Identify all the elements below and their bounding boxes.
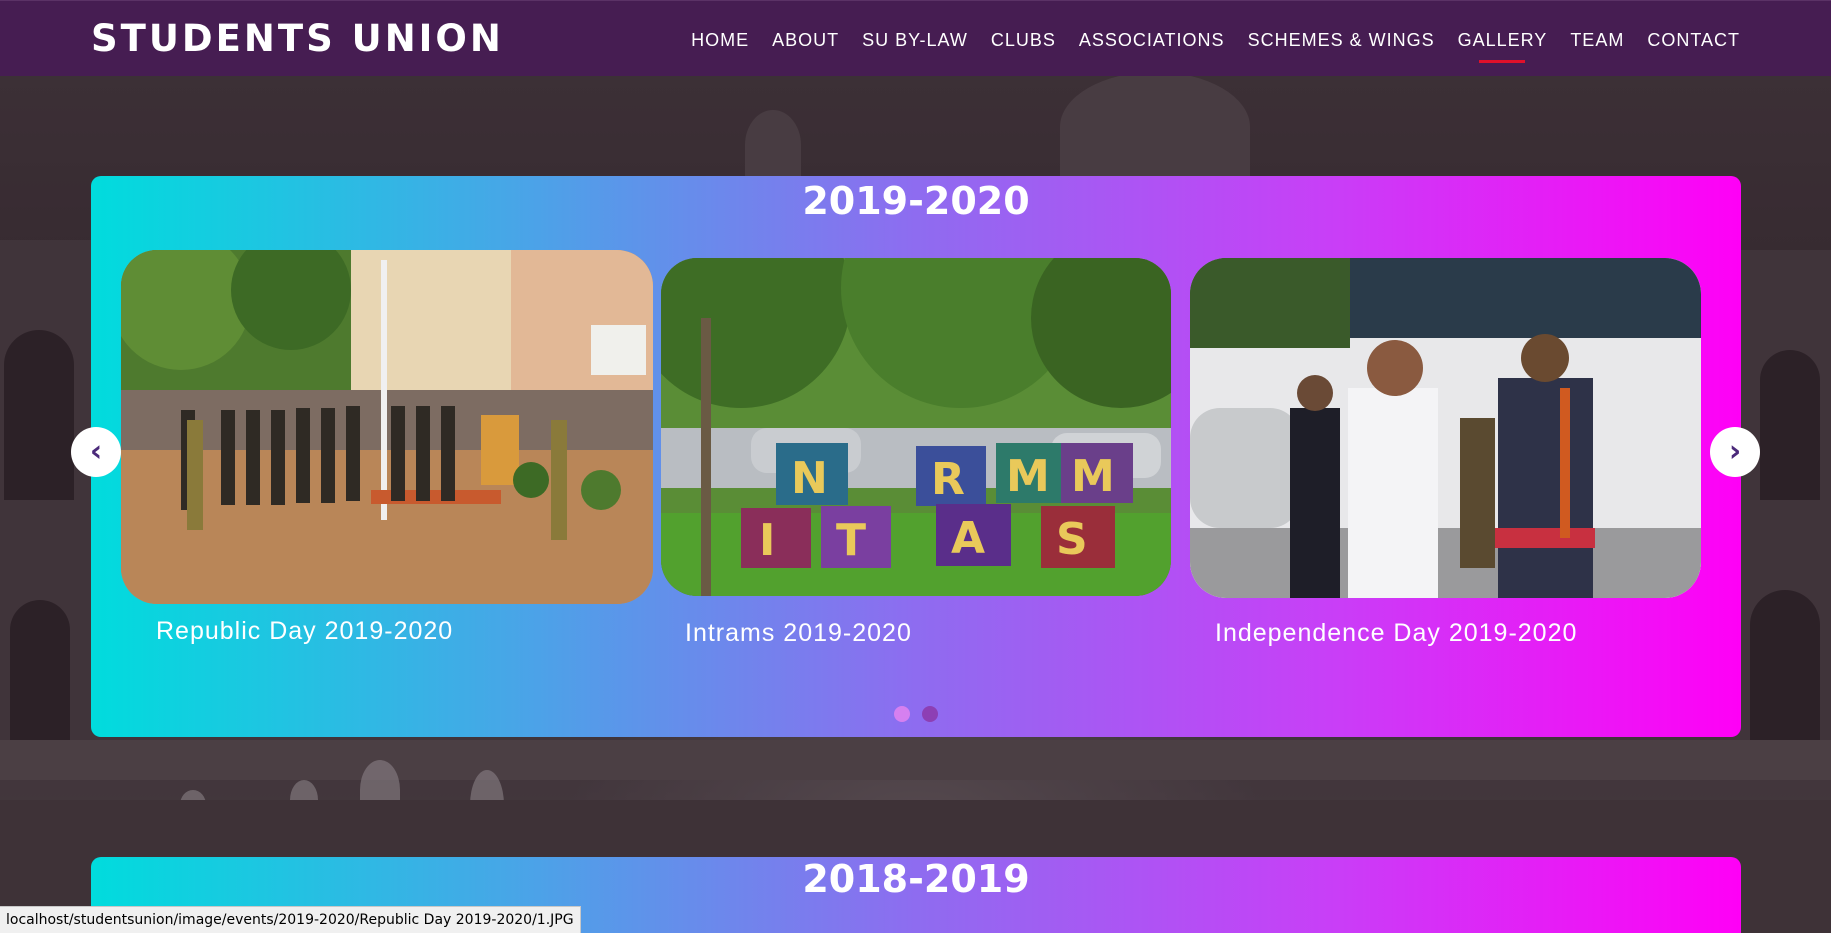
- nav-home[interactable]: HOME: [691, 30, 749, 51]
- site-brand[interactable]: STUDENTS UNION: [91, 17, 504, 60]
- carousel-next-icon[interactable]: ›: [1710, 427, 1760, 477]
- gallery-card-caption: Independence Day 2019-2020: [1215, 619, 1578, 647]
- parade-photo[interactable]: [121, 250, 653, 604]
- gallery-card-caption: Intrams 2019-2020: [685, 619, 912, 647]
- svg-text:M: M: [1006, 451, 1050, 502]
- letter-blocks-graphic: N R M M I T A S: [661, 258, 1171, 596]
- svg-text:S: S: [1056, 514, 1088, 565]
- letter-blocks-photo[interactable]: N R M M I T A S: [661, 258, 1171, 596]
- svg-text:N: N: [791, 453, 828, 504]
- parade-photo-graphic: [121, 250, 653, 604]
- browser-status-bar: localhost/studentsunion/image/events/201…: [0, 906, 581, 933]
- svg-text:M: M: [1071, 451, 1115, 502]
- top-navbar: STUDENTS UNION HOME ABOUT SU BY-LAW CLUB…: [0, 0, 1831, 76]
- handshake-photo[interactable]: [1190, 258, 1701, 598]
- gallery-panel-2019-2020: 2019-2020 Republic Day 2019-2020 N R M M…: [91, 176, 1741, 737]
- handshake-graphic: [1190, 258, 1701, 598]
- nav-clubs[interactable]: CLUBS: [991, 30, 1056, 51]
- gallery-card-caption: Republic Day 2019-2020: [156, 617, 454, 645]
- svg-text:T: T: [836, 515, 866, 566]
- nav-about[interactable]: ABOUT: [772, 30, 839, 51]
- carousel-dot-2[interactable]: [922, 706, 938, 722]
- gallery-year-title: 2018-2019: [802, 857, 1030, 901]
- carousel-indicators: [91, 706, 1741, 722]
- nav-contact[interactable]: CONTACT: [1647, 30, 1740, 51]
- svg-text:I: I: [759, 515, 775, 566]
- nav-schemes-wings[interactable]: SCHEMES & WINGS: [1248, 30, 1435, 51]
- carousel-prev-icon[interactable]: ‹: [71, 427, 121, 477]
- carousel-dot-1[interactable]: [894, 706, 910, 722]
- svg-text:R: R: [931, 454, 965, 505]
- svg-text:A: A: [951, 513, 985, 564]
- nav-associations[interactable]: ASSOCIATIONS: [1079, 30, 1225, 51]
- main-nav: HOME ABOUT SU BY-LAW CLUBS ASSOCIATIONS …: [691, 30, 1740, 63]
- gallery-year-title: 2019-2020: [802, 179, 1030, 223]
- nav-team[interactable]: TEAM: [1570, 30, 1624, 51]
- nav-su-by-law[interactable]: SU BY-LAW: [862, 30, 968, 51]
- nav-gallery[interactable]: GALLERY: [1458, 30, 1548, 63]
